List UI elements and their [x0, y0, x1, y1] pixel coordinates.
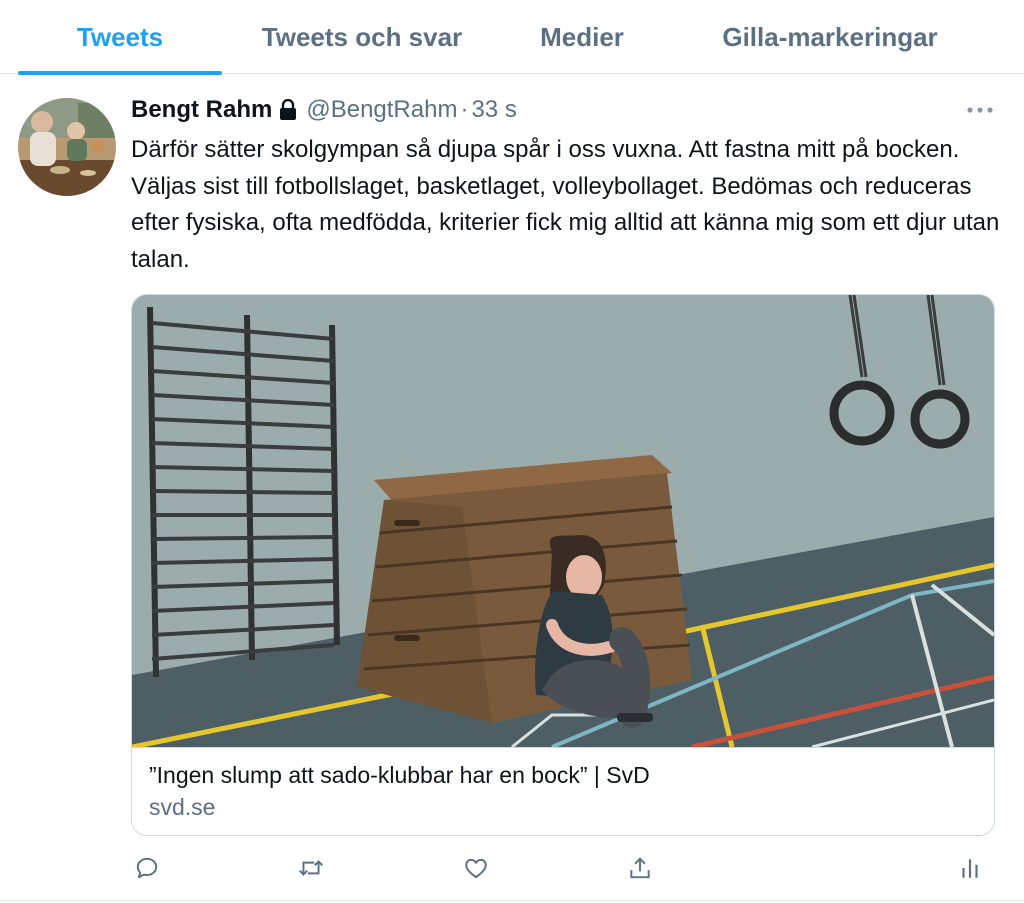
link-card[interactable]: ”Ingen slump att sado-klubbar har en boc…: [131, 294, 995, 836]
more-icon[interactable]: [966, 98, 994, 122]
card-illustration: [132, 295, 994, 750]
display-name[interactable]: Bengt Rahm: [131, 96, 272, 124]
retweet-icon[interactable]: [295, 852, 327, 884]
avatar[interactable]: [18, 98, 116, 196]
tweet-timestamp[interactable]: 33 s: [471, 96, 516, 124]
tweet-divider: [0, 900, 1024, 901]
tweet-header: Bengt Rahm @BengtRahm · 33 s: [131, 93, 517, 127]
tab-likes[interactable]: Gilla-markeringar: [700, 0, 960, 74]
card-domain: svd.se: [149, 794, 216, 820]
tab-media-label: Medier: [540, 21, 624, 52]
tab-tweets-and-replies[interactable]: Tweets och svar: [240, 0, 484, 74]
active-tab-indicator: [18, 71, 222, 75]
card-title: ”Ingen slump att sado-klubbar har en boc…: [149, 762, 650, 788]
card-meta: ”Ingen slump att sado-klubbar har en boc…: [132, 747, 994, 835]
share-icon[interactable]: [624, 852, 656, 884]
like-icon[interactable]: [460, 852, 492, 884]
profile-tabs: Tweets Tweets och svar Medier Gilla-mark…: [0, 0, 1024, 75]
tab-likes-label: Gilla-markeringar: [722, 21, 938, 52]
header-separator: ·: [460, 96, 469, 123]
tweet-actions: [0, 852, 1024, 884]
tab-tweets-and-replies-label: Tweets och svar: [261, 21, 463, 52]
tab-tweets[interactable]: Tweets: [18, 0, 222, 75]
tab-tweets-label: Tweets: [76, 21, 164, 52]
tweet-text: Därför sätter skolgympan så djupa spår i…: [131, 136, 1000, 273]
tab-media[interactable]: Medier: [510, 0, 654, 74]
analytics-icon[interactable]: [954, 852, 986, 884]
user-handle[interactable]: @BengtRahm: [306, 96, 457, 124]
reply-icon[interactable]: [131, 852, 163, 884]
lock-icon: [278, 99, 298, 121]
